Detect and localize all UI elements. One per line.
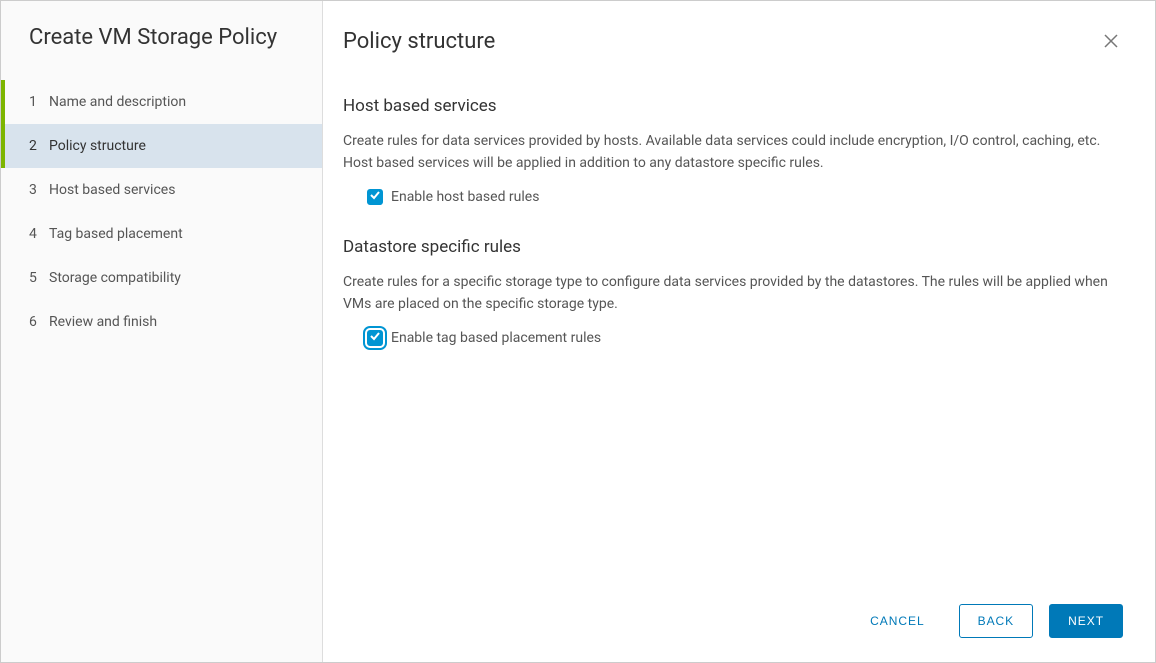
step-label: Host based services bbox=[49, 182, 175, 198]
section-description: Create rules for data services provided … bbox=[343, 130, 1123, 175]
step-number: 1 bbox=[29, 94, 49, 110]
wizard-steps: 1Name and description 2Policy structure … bbox=[1, 80, 322, 344]
enable-tag-based-placement-row: Enable tag based placement rules bbox=[343, 330, 1123, 346]
step-number: 6 bbox=[29, 314, 49, 330]
step-label: Review and finish bbox=[49, 314, 157, 330]
page-title: Policy structure bbox=[343, 29, 495, 54]
next-button[interactable]: NEXT bbox=[1049, 604, 1123, 638]
section-title: Datastore specific rules bbox=[343, 237, 1123, 257]
step-number: 2 bbox=[29, 138, 49, 154]
step-number: 5 bbox=[29, 270, 49, 286]
datastore-specific-rules-section: Datastore specific rules Create rules fo… bbox=[343, 237, 1123, 346]
step-storage-compatibility[interactable]: 5Storage compatibility bbox=[1, 256, 322, 300]
step-tag-based-placement[interactable]: 4Tag based placement bbox=[1, 212, 322, 256]
wizard-main: Policy structure Host based services Cre… bbox=[323, 1, 1155, 662]
enable-host-based-rules-checkbox[interactable] bbox=[367, 189, 383, 205]
step-label: Storage compatibility bbox=[49, 270, 181, 286]
close-button[interactable] bbox=[1099, 29, 1123, 56]
wizard-title: Create VM Storage Policy bbox=[1, 25, 322, 80]
main-header: Policy structure bbox=[343, 29, 1123, 96]
step-number: 3 bbox=[29, 182, 49, 198]
step-label: Policy structure bbox=[49, 138, 146, 154]
create-vm-storage-policy-dialog: Create VM Storage Policy 1Name and descr… bbox=[0, 0, 1156, 663]
step-name-and-description[interactable]: 1Name and description bbox=[1, 80, 322, 124]
step-review-and-finish[interactable]: 6Review and finish bbox=[1, 300, 322, 344]
close-icon bbox=[1103, 37, 1119, 52]
back-button[interactable]: BACK bbox=[959, 604, 1034, 638]
checkbox-label: Enable tag based placement rules bbox=[391, 330, 601, 346]
host-based-services-section: Host based services Create rules for dat… bbox=[343, 96, 1123, 205]
checkmark-icon bbox=[369, 330, 381, 346]
section-title: Host based services bbox=[343, 96, 1123, 116]
checkbox-label: Enable host based rules bbox=[391, 189, 539, 205]
checkmark-icon bbox=[369, 189, 381, 205]
step-policy-structure[interactable]: 2Policy structure bbox=[1, 124, 322, 168]
content-area: Host based services Create rules for dat… bbox=[343, 96, 1123, 588]
wizard-footer: CANCEL BACK NEXT bbox=[343, 588, 1123, 638]
enable-host-based-rules-row: Enable host based rules bbox=[343, 189, 1123, 205]
step-label: Name and description bbox=[49, 94, 186, 110]
wizard-sidebar: Create VM Storage Policy 1Name and descr… bbox=[1, 1, 323, 662]
step-number: 4 bbox=[29, 226, 49, 242]
cancel-button[interactable]: CANCEL bbox=[852, 605, 942, 637]
enable-tag-based-placement-checkbox[interactable] bbox=[367, 330, 383, 346]
section-description: Create rules for a specific storage type… bbox=[343, 271, 1123, 316]
step-label: Tag based placement bbox=[49, 226, 183, 242]
step-host-based-services[interactable]: 3Host based services bbox=[1, 168, 322, 212]
